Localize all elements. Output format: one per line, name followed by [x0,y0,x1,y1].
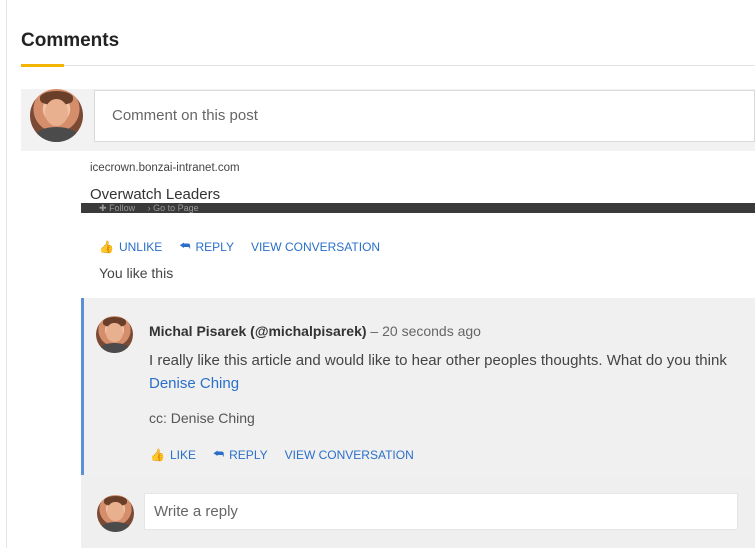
reply-mention-link[interactable]: Denise Ching [149,375,239,392]
left-divider [6,0,7,548]
reply-author-avatar[interactable] [96,316,133,353]
reply-view-conversation-link[interactable]: VIEW CONVERSATION [285,448,414,462]
unlike-button[interactable]: 👍 UNLIKE [99,240,162,254]
go-to-page-icon: › [147,203,151,213]
reply-cc: cc: Denise Ching [149,410,255,426]
reply-composer: Write a reply [81,475,755,548]
comments-heading: Comments [21,30,120,51]
thumbs-up-icon: 👍 [150,447,165,462]
reply-body: I really like this article and would lik… [149,352,727,369]
link-action-bar: ✚ Follow › Go to Page [81,203,755,213]
current-user-avatar [97,495,134,532]
thumbs-up-icon: 👍 [99,239,114,254]
heading-accent-bar [21,64,64,67]
reply-comment: Michal Pisarek (@michalpisarek) – 20 sec… [81,298,755,475]
view-conversation-link[interactable]: VIEW CONVERSATION [251,240,380,254]
reply-accent-border [81,298,84,475]
reply-label: REPLY [195,239,234,254]
link-title[interactable]: Overwatch Leaders [90,186,220,203]
like-button[interactable]: 👍 LIKE [150,448,196,462]
post-actions: 👍 UNLIKE ⮪ REPLY VIEW CONVERSATION [99,239,397,254]
reply-button[interactable]: ⮪ REPLY [179,239,234,254]
link-domain: icecrown.bonzai-intranet.com [90,162,240,174]
reply-separator: – [370,323,379,339]
reply-text: I really like this article and would lik… [149,349,739,395]
user-avatar [30,89,83,142]
reply-reply-label: REPLY [229,447,268,462]
follow-link[interactable]: Follow [109,203,135,213]
comment-composer: Comment on this post [21,89,755,151]
reply-time: 20 seconds ago [382,323,481,339]
view-conversation-label: VIEW CONVERSATION [250,239,381,254]
reply-header: Michal Pisarek (@michalpisarek) – 20 sec… [149,323,481,339]
unlike-label: UNLIKE [118,239,163,254]
reply-arrow-icon: ⮪ [179,239,191,253]
reply-reply-button[interactable]: ⮪ REPLY [213,447,268,462]
like-status: You like this [99,265,174,281]
like-label: LIKE [169,447,196,462]
link-preview-card[interactable]: icecrown.bonzai-intranet.com Overwatch L… [81,151,755,213]
reply-input[interactable]: Write a reply [144,493,738,530]
comment-input[interactable]: Comment on this post [94,90,755,142]
follow-icon: ✚ [99,203,107,213]
reply-arrow-icon: ⮪ [212,447,225,461]
reply-actions: 👍 LIKE ⮪ REPLY VIEW CONVERSATION [150,447,431,462]
reply-author[interactable]: Michal Pisarek (@michalpisarek) [149,323,367,339]
reply-view-conversation-label: VIEW CONVERSATION [284,447,414,462]
go-to-page-link[interactable]: Go to Page [153,203,199,213]
heading-divider [21,65,755,66]
